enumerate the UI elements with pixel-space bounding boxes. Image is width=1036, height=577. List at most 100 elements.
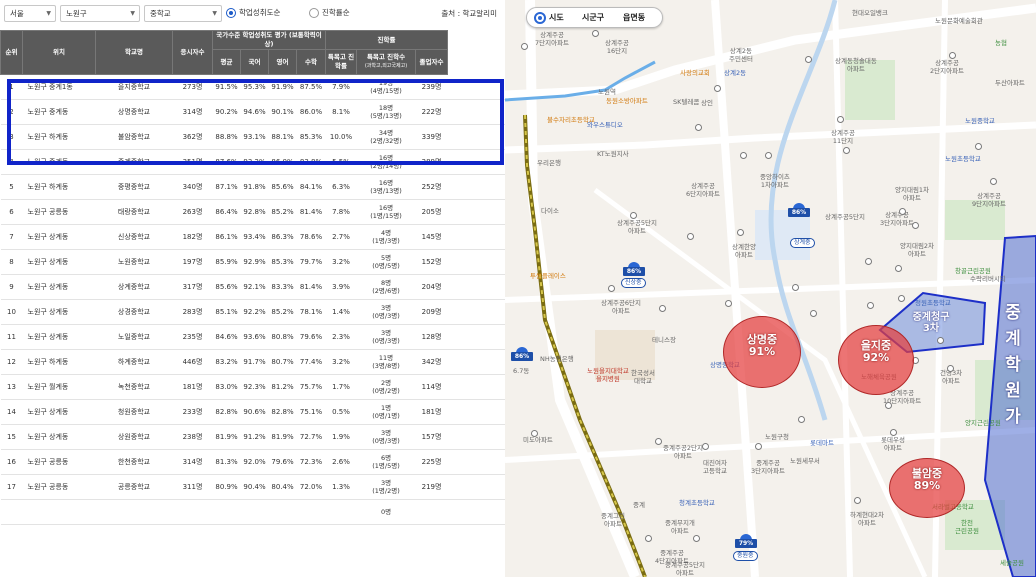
poi-marker-icon[interactable]: [947, 365, 954, 372]
district-select[interactable]: 노원구 ▼: [60, 5, 140, 22]
poi-marker-icon[interactable]: [805, 56, 812, 63]
poi-marker-icon[interactable]: [531, 430, 538, 437]
map-place-label[interactable]: 노원초등학교: [945, 155, 981, 164]
poi-marker-icon[interactable]: [655, 438, 662, 445]
map-place-label[interactable]: 롯데우성 아파트: [881, 436, 905, 452]
poi-marker-icon[interactable]: [854, 497, 861, 504]
map-place-label[interactable]: 건영3차 아파트: [940, 369, 962, 385]
map-place-label[interactable]: 동원소방아파트: [606, 97, 648, 106]
poi-marker-icon[interactable]: [645, 535, 652, 542]
map-place-label[interactable]: 하계현대2차 아파트: [850, 511, 884, 527]
poi-marker-icon[interactable]: [990, 178, 997, 185]
poi-marker-icon[interactable]: [792, 284, 799, 291]
poi-marker-icon[interactable]: [521, 43, 528, 50]
map-place-label[interactable]: 노원역: [598, 88, 616, 97]
map-place-label[interactable]: 상계주공5단지 아파트: [617, 219, 657, 235]
map-place-label[interactable]: 현대오일뱅크: [852, 9, 888, 18]
map-place-label[interactable]: 중계주공5단지 아파트: [665, 561, 705, 577]
map-region-control[interactable]: 시도 시군구 읍면동: [526, 7, 663, 28]
table-row[interactable]: 14 노원구 상계동 청원중학교 233명 82.8% 90.6% 82.8% 75.1% 0.…: [0, 399, 505, 425]
map-place-label[interactable]: 노원문화예술회관: [935, 17, 983, 26]
map-place-label[interactable]: 상계주공6단지 아파트: [601, 299, 641, 315]
map-place-label[interactable]: NH농협은행: [540, 355, 574, 364]
map-place-label[interactable]: 상계주공 16단지: [605, 39, 629, 55]
map-place-label[interactable]: 투썸플레이스: [530, 272, 566, 281]
map-place-label[interactable]: 상계주공 6단지아파트: [686, 182, 720, 198]
poi-marker-icon[interactable]: [737, 229, 744, 236]
map-place-label[interactable]: 농협: [995, 39, 1007, 48]
map-place-label[interactable]: 청계초등학교: [679, 499, 715, 508]
map-sigungu-button[interactable]: 시군구: [582, 12, 604, 23]
table-row[interactable]: 10 노원구 상계동 상경중학교 283명 85.1% 92.2% 85.2% 78.1% 1.…: [0, 299, 505, 325]
poi-marker-icon[interactable]: [937, 337, 944, 344]
poi-marker-icon[interactable]: [912, 222, 919, 229]
map-place-label[interactable]: 두산아파트: [995, 79, 1025, 88]
radio-sort-advance[interactable]: 진학률순: [309, 7, 369, 19]
map-place-label[interactable]: 상계주공 3단지아파트: [880, 211, 914, 227]
map-place-label[interactable]: 한국성서 대학교: [631, 369, 655, 385]
school-pin[interactable]: 79%: [735, 534, 757, 550]
poi-marker-icon[interactable]: [630, 212, 637, 219]
poi-marker-icon[interactable]: [687, 233, 694, 240]
map-place-label[interactable]: 상인: [701, 99, 713, 108]
poi-marker-icon[interactable]: [899, 208, 906, 215]
poi-marker-icon[interactable]: [725, 300, 732, 307]
map-place-label[interactable]: 상계주공 2단지아파트: [930, 59, 964, 75]
poi-marker-icon[interactable]: [765, 152, 772, 159]
map-sido-button[interactable]: 시도: [549, 12, 564, 23]
table-row[interactable]: 15 노원구 상계동 상원중학교 238명 81.9% 91.2% 81.9% 72.7% 1.…: [0, 424, 505, 450]
poi-marker-icon[interactable]: [714, 85, 721, 92]
poi-marker-icon[interactable]: [810, 310, 817, 317]
table-row[interactable]: 13 노원구 월계동 녹천중학교 181명 83.0% 92.3% 81.2% 75.7% 1.…: [0, 374, 505, 400]
poi-marker-icon[interactable]: [659, 305, 666, 312]
map-place-label[interactable]: 테니스장: [652, 336, 676, 345]
map-place-label[interactable]: 상계주공 9단지아파트: [972, 192, 1006, 208]
map-place-label[interactable]: 상계주공 7단지아파트: [535, 31, 569, 47]
table-row[interactable]: 11 노원구 상계동 노일중학교 235명 84.6% 93.6% 80.8% 79.6% 2.…: [0, 324, 505, 350]
table-row[interactable]: 7 노원구 상계동 신상중학교 182명 86.1% 93.4% 86.3% 78.6% 2.7…: [0, 224, 505, 250]
map-place-label[interactable]: 중계주공 3단지아파트: [751, 459, 785, 475]
table-row[interactable]: 6 노원구 공릉동 태랑중학교 263명 86.4% 92.8% 85.2% 81.4% 7.8…: [0, 199, 505, 225]
map-place-label[interactable]: 양지대림2차 아파트: [900, 242, 934, 258]
map-place-label[interactable]: 중계주공2단지 아파트: [663, 444, 703, 460]
map-place-label[interactable]: 중계무지개 아파트: [665, 519, 695, 535]
table-row[interactable]: 5 노원구 하계동 중평중학교 340명 87.1% 91.8% 85.6% 84.1% 6.3…: [0, 174, 505, 200]
map-place-label[interactable]: 상계2동 주민센터: [729, 47, 753, 63]
poi-marker-icon[interactable]: [837, 116, 844, 123]
map-place-label[interactable]: 미도아파트: [523, 436, 553, 445]
city-select[interactable]: 서울 ▼: [4, 5, 56, 22]
map-place-label[interactable]: 중앙하이츠 1차아파트: [760, 173, 790, 189]
poi-marker-icon[interactable]: [592, 30, 599, 37]
map-place-label[interactable]: 노원구청: [765, 433, 789, 442]
map-place-label[interactable]: 노원중학교: [965, 117, 995, 126]
map-place-label[interactable]: 롯데마트: [810, 439, 834, 448]
location-target-icon[interactable]: [534, 12, 546, 24]
poi-marker-icon[interactable]: [755, 443, 762, 450]
poi-marker-icon[interactable]: [867, 302, 874, 309]
map-place-label[interactable]: 사랑의교회: [680, 69, 710, 78]
school-pin[interactable]: 86%: [511, 347, 533, 363]
table-row[interactable]: 0명: [0, 499, 505, 525]
map-place-label[interactable]: 다이소: [541, 207, 559, 216]
radio-sort-achievement[interactable]: 학업성취도순: [226, 7, 306, 19]
poi-marker-icon[interactable]: [843, 147, 850, 154]
map-place-label[interactable]: 수락리버시티: [970, 275, 1006, 284]
school-pin[interactable]: 86%: [623, 262, 645, 278]
map-place-label[interactable]: 창골근린공원: [955, 267, 991, 276]
map-place-label[interactable]: 상계동청솔대동 아파트: [835, 57, 877, 73]
map-place-label[interactable]: SK텔레콤: [673, 98, 699, 107]
table-row[interactable]: 17 노원구 공릉동 공릉중학교 311명 80.9% 90.4% 80.4% 72.0% 1.…: [0, 474, 505, 500]
table-row[interactable]: 16 노원구 공릉동 한천중학교 314명 81.3% 92.0% 79.6% 72.3% 2.…: [0, 449, 505, 475]
map-view[interactable]: 상계주공 7단지아파트상계동성 센트럴파크상계2동 주민센터상계동청솔대동 아파…: [505, 0, 1036, 577]
map-place-label[interactable]: 우리은행: [537, 159, 561, 168]
map-place-label[interactable]: 한천 근린공원: [955, 519, 979, 535]
map-place-label[interactable]: 6.7동: [513, 367, 529, 376]
map-place-label[interactable]: 청원초등학교: [915, 299, 951, 308]
poi-marker-icon[interactable]: [885, 402, 892, 409]
poi-marker-icon[interactable]: [693, 535, 700, 542]
poi-marker-icon[interactable]: [898, 295, 905, 302]
poi-marker-icon[interactable]: [695, 124, 702, 131]
table-row[interactable]: 8 노원구 상계동 노원중학교 197명 85.9% 92.9% 85.3% 79.7% 3.2…: [0, 249, 505, 275]
table-row[interactable]: 12 노원구 하계동 하계중학교 446명 83.2% 91.7% 80.7% 77.4% 3.…: [0, 349, 505, 375]
map-place-label[interactable]: 양지근린공원: [965, 419, 1001, 428]
